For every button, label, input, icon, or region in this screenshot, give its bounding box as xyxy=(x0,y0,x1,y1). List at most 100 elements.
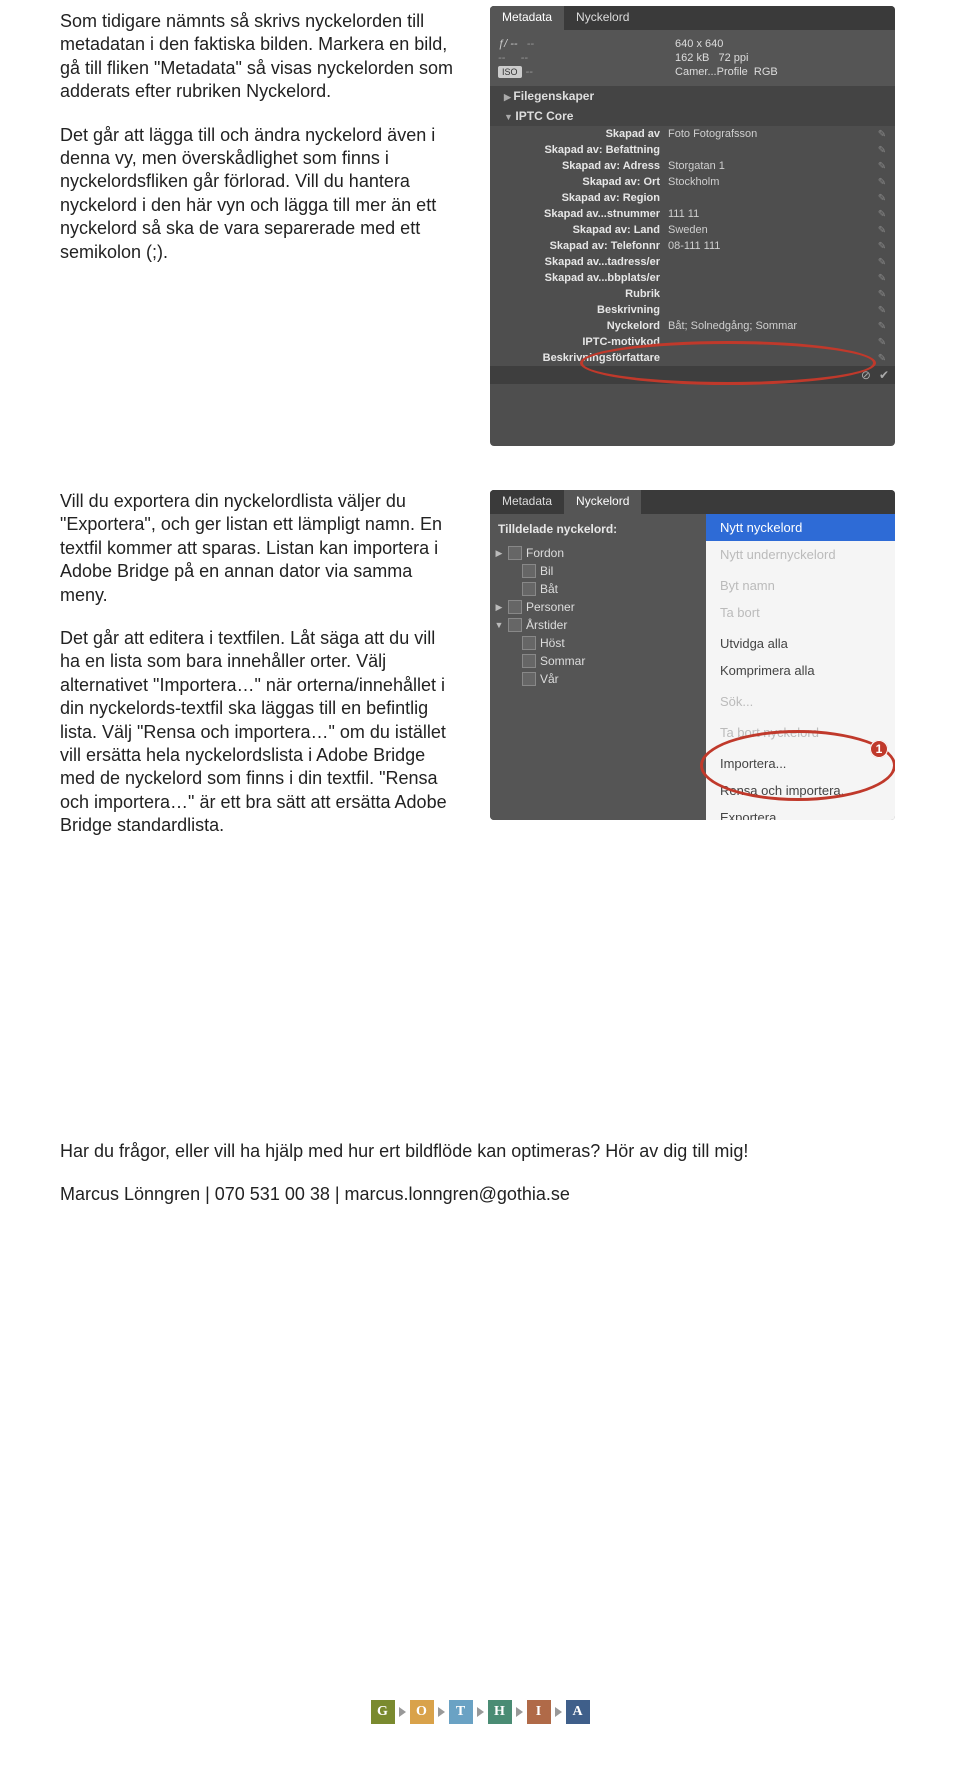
metadata-row[interactable]: IPTC-motivkod✎ xyxy=(490,334,895,350)
paragraph-1: Som tidigare nämnts så skrivs nyckelorde… xyxy=(60,10,460,104)
keyword-checkbox[interactable] xyxy=(522,654,536,668)
metadata-value[interactable]: Båt; Solnedgång; Sommar xyxy=(668,320,875,332)
section-iptc-core[interactable]: ▼ IPTC Core xyxy=(490,106,895,126)
dimensions-value: 640 x 640 xyxy=(675,38,887,50)
keyword-tree-item[interactable]: Sommar xyxy=(494,652,702,670)
logo-separator-icon xyxy=(555,1707,562,1717)
menu-item[interactable]: Nytt nyckelord xyxy=(706,514,895,541)
keyword-label: Personer xyxy=(526,600,575,614)
metadata-row[interactable]: Rubrik✎ xyxy=(490,286,895,302)
pencil-icon: ✎ xyxy=(875,353,889,364)
gothia-logo: GOTHIA xyxy=(0,1700,960,1724)
profile-value: Camer...Profile xyxy=(675,66,748,78)
metadata-label: Skapad av: Telefonnr xyxy=(490,240,668,252)
keyword-label: Bil xyxy=(540,564,553,578)
keyword-checkbox[interactable] xyxy=(522,636,536,650)
metadata-row[interactable]: Skapad av: Befattning✎ xyxy=(490,142,895,158)
metadata-label: Skapad av xyxy=(490,128,668,140)
keyword-tree-item[interactable]: ▶Fordon xyxy=(494,544,702,562)
pencil-icon: ✎ xyxy=(875,129,889,140)
ppi-value: 72 ppi xyxy=(718,52,748,64)
keyword-checkbox[interactable] xyxy=(522,582,536,596)
tab-nyckelord[interactable]: Nyckelord xyxy=(564,6,641,30)
metadata-row[interactable]: Skapad av...stnummer111 11✎ xyxy=(490,206,895,222)
disclosure-triangle-icon[interactable]: ▼ xyxy=(494,620,504,630)
metadata-value[interactable]: Stockholm xyxy=(668,176,875,188)
menu-item: Sök... xyxy=(706,688,895,715)
camera-info-block: ƒ/ -- -- -- -- ISO-- 640 x 640 162 kB 72… xyxy=(490,30,895,86)
keyword-label: Höst xyxy=(540,636,565,650)
metadata-value[interactable]: Storgatan 1 xyxy=(668,160,875,172)
metadata-row[interactable]: Beskrivningsförfattare✎ xyxy=(490,350,895,366)
logo-letter: O xyxy=(410,1700,434,1724)
menu-item[interactable]: Rensa och importera... xyxy=(706,777,895,804)
metadata-row[interactable]: NyckelordBåt; Solnedgång; Sommar✎ xyxy=(490,318,895,334)
keyword-checkbox[interactable] xyxy=(508,618,522,632)
metadata-value[interactable]: Sweden xyxy=(668,224,875,236)
metadata-row[interactable]: Skapad avFoto Fotografsson✎ xyxy=(490,126,895,142)
logo-letter: I xyxy=(527,1700,551,1724)
paragraph-4: Det går att editera i textfilen. Låt säg… xyxy=(60,627,460,838)
disclosure-triangle-icon[interactable]: ▶ xyxy=(494,548,504,559)
menu-item[interactable]: Utvidga alla xyxy=(706,630,895,657)
metadata-label: IPTC-motivkod xyxy=(490,336,668,348)
pencil-icon: ✎ xyxy=(875,321,889,332)
logo-separator-icon xyxy=(477,1707,484,1717)
keyword-tree-item[interactable]: Bil xyxy=(494,562,702,580)
rgb-value: RGB xyxy=(754,66,778,78)
metadata-row[interactable]: Skapad av: OrtStockholm✎ xyxy=(490,174,895,190)
menu-item: Nytt undernyckelord xyxy=(706,541,895,568)
menu-item[interactable]: Exportera... xyxy=(706,804,895,820)
keyword-tree-item[interactable]: Vår xyxy=(494,670,702,688)
keyword-checkbox[interactable] xyxy=(508,546,522,560)
shutter-value: -- xyxy=(527,38,534,50)
keyword-checkbox[interactable] xyxy=(522,564,536,578)
assigned-keywords-header: Tilldelade nyckelord: xyxy=(494,520,702,544)
disclosure-triangle-icon[interactable]: ▶ xyxy=(494,602,504,613)
section-file-properties[interactable]: ▶ Filegenskaper xyxy=(490,86,895,106)
keyword-checkbox[interactable] xyxy=(508,600,522,614)
metadata-value[interactable]: Foto Fotografsson xyxy=(668,128,875,140)
metadata-row[interactable]: Skapad av: LandSweden✎ xyxy=(490,222,895,238)
pencil-icon: ✎ xyxy=(875,273,889,284)
keyword-tree-item[interactable]: Båt xyxy=(494,580,702,598)
pencil-icon: ✎ xyxy=(875,177,889,188)
metadata-label: Skapad av: Region xyxy=(490,192,668,204)
tab-metadata-2[interactable]: Metadata xyxy=(490,490,564,514)
logo-letter: A xyxy=(566,1700,590,1724)
metadata-value[interactable]: 08-111 111 xyxy=(668,240,875,252)
metadata-row[interactable]: Skapad av: Telefonnr08-111 111✎ xyxy=(490,238,895,254)
metadata-label: Skapad av: Land xyxy=(490,224,668,236)
keywords-context-menu: Nytt nyckelordNytt undernyckelordByt nam… xyxy=(706,514,895,820)
panel-footer-bar: ⊘ ✔ xyxy=(490,366,895,384)
metadata-row[interactable]: Skapad av: AdressStorgatan 1✎ xyxy=(490,158,895,174)
screenshot-metadata-panel: Metadata Nyckelord ƒ/ -- -- -- -- ISO-- … xyxy=(490,6,895,446)
metadata-label: Rubrik xyxy=(490,288,668,300)
cancel-icon[interactable]: ⊘ xyxy=(861,368,871,382)
pencil-icon: ✎ xyxy=(875,161,889,172)
keyword-tree-item[interactable]: Höst xyxy=(494,634,702,652)
iso-value: -- xyxy=(526,66,533,78)
metadata-row[interactable]: Skapad av...tadress/er✎ xyxy=(490,254,895,270)
keyword-tree-item[interactable]: ▼Årstider xyxy=(494,616,702,634)
keyword-checkbox[interactable] xyxy=(522,672,536,686)
metadata-row[interactable]: Skapad av: Region ✎ xyxy=(490,190,895,206)
paragraph-3: Vill du exportera din nyckelordlista väl… xyxy=(60,490,460,607)
pencil-icon: ✎ xyxy=(875,193,889,204)
keyword-tree-item[interactable]: ▶ Personer xyxy=(494,598,702,616)
flash-value: -- xyxy=(521,52,528,64)
confirm-icon[interactable]: ✔ xyxy=(879,368,889,382)
menu-item[interactable]: Importera... xyxy=(706,750,895,777)
keyword-label: Sommar xyxy=(540,654,585,668)
filesize-value: 162 kB xyxy=(675,52,709,64)
logo-letter: G xyxy=(371,1700,395,1724)
menu-item[interactable]: Komprimera alla xyxy=(706,657,895,684)
metadata-row[interactable]: Skapad av...bbplats/er ✎ xyxy=(490,270,895,286)
menu-item: Ta bort xyxy=(706,599,895,626)
tab-metadata[interactable]: Metadata xyxy=(490,6,564,30)
metadata-label: Skapad av...bbplats/er xyxy=(490,272,668,284)
metadata-value[interactable]: 111 11 xyxy=(668,208,875,220)
metadata-row[interactable]: Beskrivning✎ xyxy=(490,302,895,318)
tab-nyckelord-2[interactable]: Nyckelord xyxy=(564,490,641,514)
keywords-tree: Tilldelade nyckelord: ▶Fordon Bil Båt ▶ Pers… xyxy=(490,514,706,820)
